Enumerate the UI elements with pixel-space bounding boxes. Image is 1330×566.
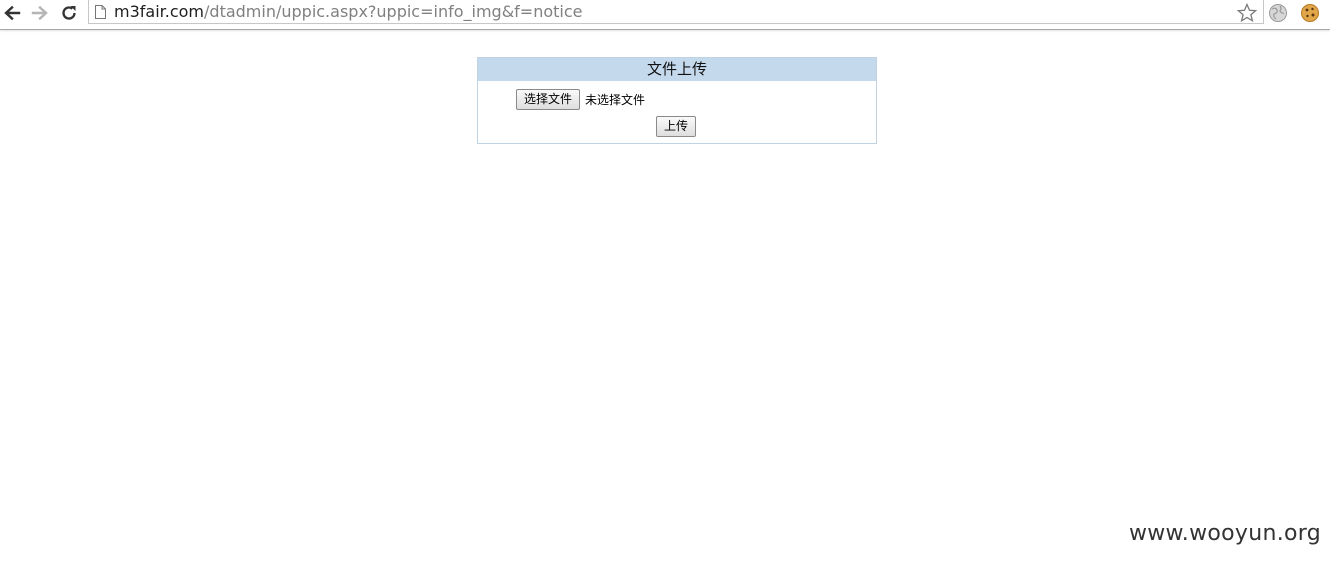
back-button[interactable] bbox=[0, 2, 24, 24]
star-icon bbox=[1237, 3, 1257, 23]
reload-button[interactable] bbox=[57, 2, 81, 24]
browser-toolbar: m3fair.com/dtadmin/uppic.aspx?uppic=info… bbox=[0, 0, 1330, 30]
panel-title: 文件上传 bbox=[478, 58, 876, 81]
url-path: /dtadmin/uppic.aspx?uppic=info_img&f=not… bbox=[204, 2, 583, 21]
file-upload-panel: 文件上传 选择文件 未选择文件 上传 bbox=[477, 57, 877, 144]
back-arrow-icon bbox=[4, 5, 21, 21]
reload-icon bbox=[62, 6, 76, 20]
bookmark-button[interactable] bbox=[1236, 2, 1258, 24]
forward-arrow-icon bbox=[31, 5, 48, 21]
upload-button[interactable]: 上传 bbox=[656, 116, 697, 137]
forward-button[interactable] bbox=[28, 2, 52, 24]
globe-icon bbox=[1269, 4, 1287, 22]
url-host: m3fair.com bbox=[114, 2, 205, 21]
extension-globe-button[interactable] bbox=[1267, 2, 1289, 24]
extension-cookie-button[interactable] bbox=[1299, 2, 1321, 24]
url-text[interactable]: m3fair.com/dtadmin/uppic.aspx?uppic=info… bbox=[114, 2, 583, 22]
cookie-icon bbox=[1301, 4, 1319, 22]
choose-file-button[interactable]: 选择文件 bbox=[516, 89, 581, 110]
address-bar[interactable]: m3fair.com/dtadmin/uppic.aspx?uppic=info… bbox=[88, 0, 1264, 24]
no-file-selected-text: 未选择文件 bbox=[585, 93, 646, 107]
file-input[interactable]: 选择文件 未选择文件 bbox=[516, 89, 645, 110]
watermark: www.wooyun.org bbox=[1128, 521, 1321, 546]
page-icon bbox=[95, 4, 106, 23]
